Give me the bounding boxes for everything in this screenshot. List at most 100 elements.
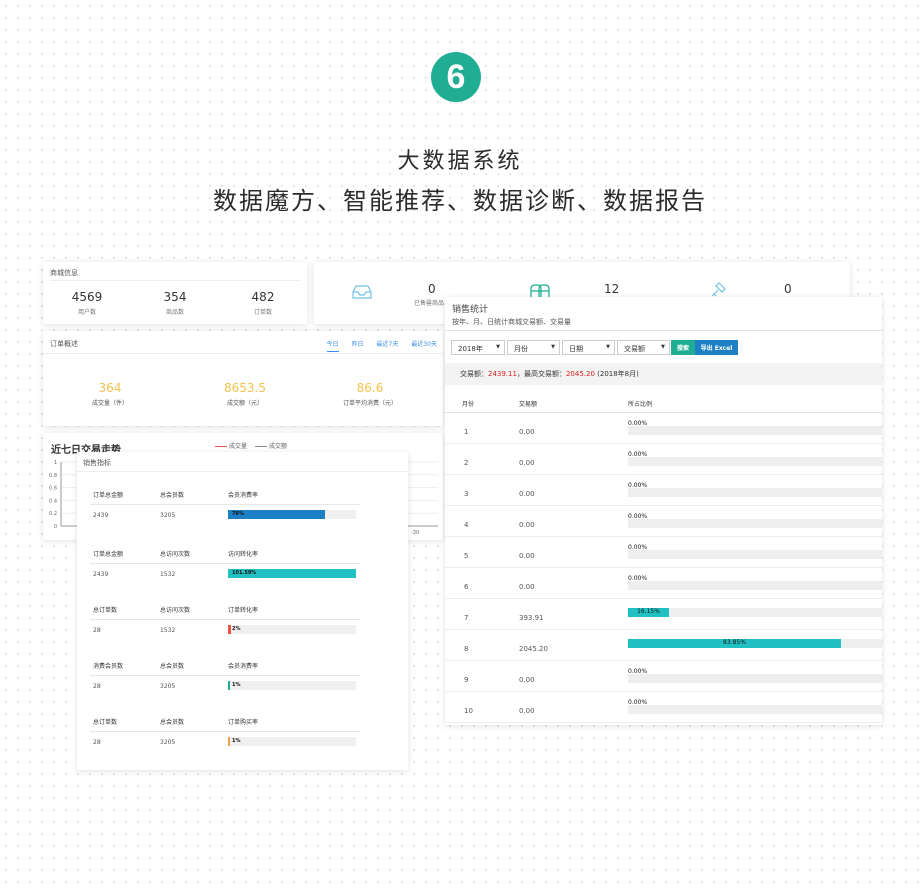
- share-bar: 0.00%: [628, 699, 882, 714]
- metric-select[interactable]: 交易额 ▼: [617, 340, 670, 355]
- share-label: 83.85%: [723, 639, 746, 646]
- stat-value: 86.6: [356, 381, 384, 395]
- search-button[interactable]: 搜索: [671, 340, 695, 355]
- cell-amount: 0.00: [519, 521, 535, 529]
- cell-amount: 393.91: [519, 614, 544, 622]
- cell-month: 2: [464, 459, 469, 467]
- indicator-header: 总订单数: [93, 607, 118, 614]
- stat-value: 482: [251, 290, 275, 304]
- summary-mid: ，最高交易额：: [516, 370, 566, 378]
- divider: [90, 563, 360, 564]
- order-overview-title: 订单概述: [50, 340, 78, 348]
- year-select[interactable]: 2018年 ▼: [451, 340, 505, 355]
- tab-today[interactable]: 今日: [326, 339, 339, 352]
- cell-month: 10: [464, 707, 473, 715]
- stat-value: 354: [163, 290, 187, 304]
- date-select[interactable]: 日期 ▼: [562, 340, 615, 355]
- progress-label: 101.59%: [232, 570, 257, 576]
- indicator-value: 2439: [93, 512, 109, 519]
- metric-select-value: 交易额: [624, 345, 645, 353]
- table-row: 10 0.00 0.00%: [445, 692, 882, 723]
- share-bar: 0.00%: [628, 668, 882, 683]
- stat-label: 订单平均消费（元）: [342, 400, 397, 407]
- export-excel-button[interactable]: 导出 Excel: [695, 340, 738, 355]
- indicator-value: 3205: [160, 512, 176, 519]
- share-bar: 0.00%: [628, 482, 882, 497]
- stat-value: 4569: [71, 290, 103, 304]
- divider: [43, 353, 443, 354]
- inbox-icon: [352, 284, 372, 303]
- stat-value: 8653.5: [224, 381, 266, 395]
- stat-label: 用户数: [77, 309, 96, 316]
- progress-bar: 76%: [228, 510, 356, 519]
- cell-month: 6: [464, 583, 469, 591]
- share-bar: 0.00%: [628, 451, 882, 466]
- y-tick-label: 0.8: [49, 473, 57, 479]
- share-label: 0.00%: [628, 420, 648, 427]
- sales-indicators-card: 销售指标 订单总金额 总会员数 会员消费率 2439 3205 76% 订单总金额 总访问次数…: [77, 452, 408, 770]
- indicator-header: 总订单数: [93, 719, 118, 726]
- table-row: 6 0.00 0.00%: [445, 568, 882, 599]
- stat-label: 成交额（元）: [226, 400, 263, 407]
- tab-last-7-days[interactable]: 最近7天: [377, 339, 399, 352]
- stat-turnover: 8653.5 成交额（元）: [180, 381, 310, 407]
- divider: [50, 280, 300, 281]
- indicator-value: 1532: [160, 627, 176, 634]
- shop-info-title: 商城信息: [50, 269, 78, 277]
- column-header-share: 所占比例: [628, 401, 653, 408]
- indicator-header: 消费会员数: [93, 663, 124, 670]
- cell-amount: 0.00: [519, 490, 535, 498]
- cell-amount: 0.00: [519, 459, 535, 467]
- indicator-header: 会员消费率: [228, 663, 259, 670]
- members-count: 12: [604, 282, 620, 296]
- table-row: 7 393.91 16.15%: [445, 599, 882, 630]
- chevron-down-icon: ▼: [551, 344, 555, 350]
- y-tick-label: 0.2: [49, 511, 57, 517]
- share-label: 0.00%: [628, 482, 648, 489]
- divider: [90, 731, 360, 732]
- indicator-row: 消费会员数 总会员数 会员消费率 28 3205 1%: [90, 661, 360, 711]
- progress-bar: 1%: [228, 737, 356, 746]
- shop-info-card: 商城信息 4569 用户数 354 商品数 482 订单数: [43, 262, 307, 324]
- tag-count: 0: [784, 282, 792, 296]
- month-select-value: 月份: [514, 345, 528, 353]
- cell-amount: 0.00: [519, 676, 535, 684]
- share-bar: 0.00%: [628, 575, 882, 590]
- chevron-down-icon: ▼: [496, 344, 500, 350]
- stat-avg-order: 86.6 订单平均消费（元）: [305, 381, 435, 407]
- share-label: 0.00%: [628, 544, 648, 551]
- cell-month: 4: [464, 521, 469, 529]
- indicator-row: 订单总金额 总会员数 会员消费率 2439 3205 76%: [90, 490, 360, 540]
- date-select-value: 日期: [569, 345, 583, 353]
- progress-bar: 2%: [228, 625, 356, 634]
- share-label: 0.00%: [628, 575, 648, 582]
- indicator-header: 总会员数: [160, 492, 185, 499]
- summary-suffix: (2018年8月): [597, 370, 639, 378]
- stat-orders: 482 订单数: [223, 290, 303, 316]
- cell-month: 3: [464, 490, 469, 498]
- sales-indicators-title: 销售指标: [83, 459, 111, 467]
- share-bar: 0.00%: [628, 544, 882, 559]
- month-select[interactable]: 月份 ▼: [507, 340, 560, 355]
- stat-users: 4569 用户数: [47, 290, 127, 316]
- indicator-value: 28: [93, 739, 101, 746]
- indicator-row: 订单总金额 总访问次数 访问转化率 2439 1532 101.59%: [90, 549, 360, 599]
- indicator-header: 总会员数: [160, 719, 185, 726]
- indicator-row: 总订单数 总会员数 订单购买率 28 3205 1%: [90, 717, 360, 767]
- cell-amount: 0.00: [519, 428, 535, 436]
- table-row: 9 0.00 0.00%: [445, 661, 882, 692]
- tab-yesterday[interactable]: 昨日: [352, 339, 364, 352]
- indicator-header: 总访问次数: [160, 551, 191, 558]
- cell-amount: 0.00: [519, 583, 535, 591]
- progress-fill: [228, 737, 230, 746]
- soldout-label: 已售罄商品: [414, 300, 445, 307]
- indicator-value: 3205: [160, 739, 176, 746]
- divider: [90, 504, 360, 505]
- share-label: 0.00%: [628, 513, 648, 520]
- indicator-value: 28: [93, 627, 101, 634]
- tab-last-30-days[interactable]: 最近30天: [411, 339, 437, 352]
- table-row: 3 0.00 0.00%: [445, 475, 882, 506]
- indicator-header: 订单转化率: [228, 607, 259, 614]
- stat-label: 订单数: [253, 309, 272, 316]
- page-subtitle: 数据魔方、智能推荐、数据诊断、数据报告: [213, 187, 707, 215]
